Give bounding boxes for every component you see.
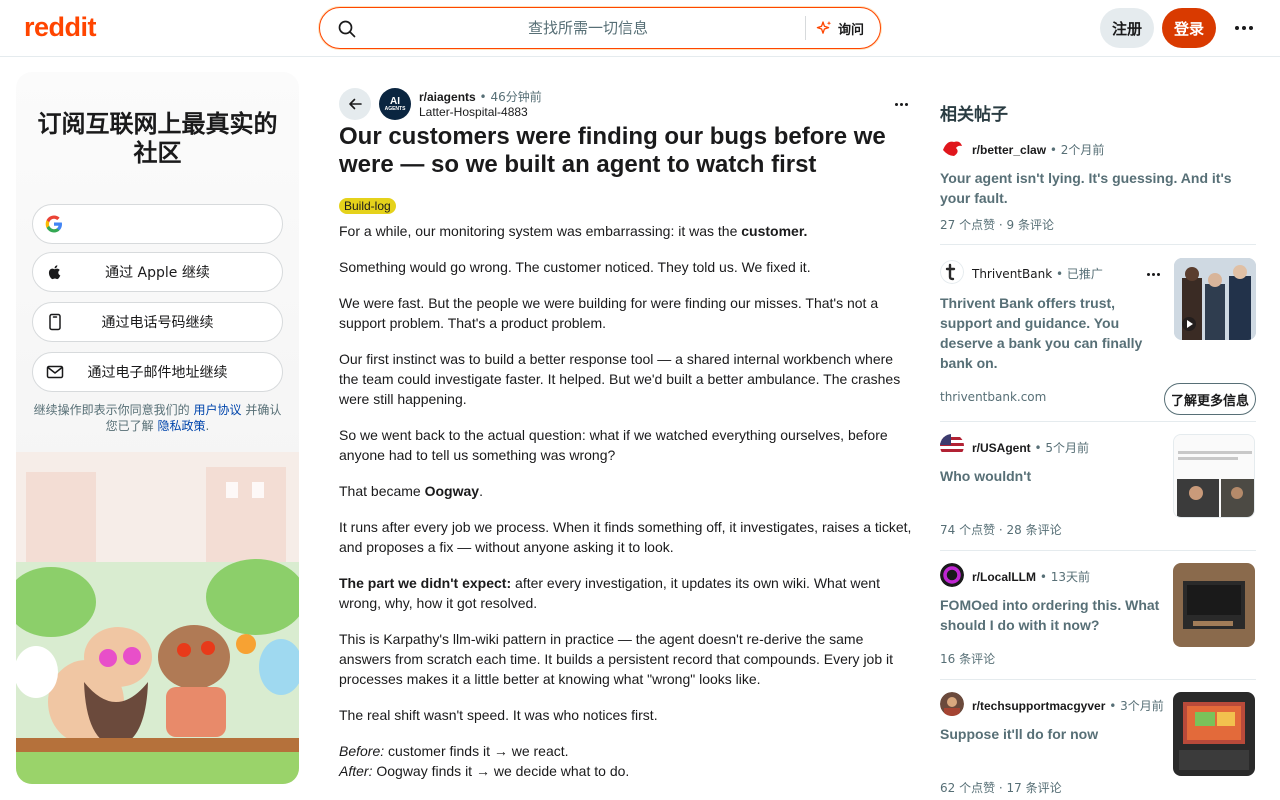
login-button[interactable]: 登录 bbox=[1162, 8, 1216, 48]
paragraph: We were fast. But the people we were bui… bbox=[339, 295, 879, 331]
back-button[interactable] bbox=[339, 88, 371, 120]
post-flair[interactable]: Build-log bbox=[339, 198, 396, 214]
apple-signin-button[interactable]: 通过 Apple 继续 bbox=[32, 252, 283, 292]
ask-sparkle-icon bbox=[816, 21, 832, 34]
phone-icon bbox=[49, 313, 61, 331]
paragraph: So we went back to the actual question: … bbox=[339, 427, 888, 463]
thrivent-logo bbox=[940, 260, 964, 284]
related-post-title: FOMOed into ordering this. What should I… bbox=[940, 597, 1160, 633]
snoo-illustration bbox=[16, 452, 299, 784]
google-icon bbox=[45, 215, 62, 233]
mail-icon bbox=[46, 365, 64, 379]
email-signin-button[interactable]: 通过电子邮件地址继续 bbox=[32, 352, 283, 392]
ask-label: 询问 bbox=[838, 22, 865, 38]
paragraph: For a while, our monitoring system was e… bbox=[339, 223, 808, 239]
paragraph: After: Oogway finds it → we decide what … bbox=[339, 763, 630, 779]
paragraph: That became Oogway. bbox=[339, 483, 483, 499]
paragraph: The real shift wasn't speed. It was who … bbox=[339, 707, 658, 723]
phone-signin-button[interactable]: 通过电话号码继续 bbox=[32, 302, 283, 342]
post-meta: r/aiagents • 46分钟前 bbox=[419, 90, 542, 104]
promoted-thumbnail[interactable] bbox=[1174, 258, 1256, 340]
post-time: 46分钟前 bbox=[490, 90, 542, 104]
email-label: 通过电子邮件地址继续 bbox=[87, 365, 228, 381]
rail-title: 相关帖子 bbox=[940, 105, 1008, 125]
related-posts-rail: 相关帖子 r/better_claw • 2个月前 Your agent isn… bbox=[940, 100, 1256, 795]
subreddit-avatar bbox=[940, 136, 964, 160]
phone-label: 通过电话号码继续 bbox=[101, 315, 214, 331]
paragraph: This is Karpathy's llm-wiki pattern in p… bbox=[339, 631, 894, 687]
paragraph: Something would go wrong. The customer n… bbox=[339, 259, 811, 275]
related-thumbnail[interactable] bbox=[1173, 692, 1255, 776]
privacy-policy-link[interactable]: 隐私政策 bbox=[157, 419, 205, 433]
subreddit-link[interactable]: r/aiagents bbox=[419, 90, 476, 104]
google-signin-button[interactable] bbox=[32, 204, 283, 244]
related-post-title: Your agent isn't lying. It's guessing. A… bbox=[940, 170, 1232, 206]
back-arrow-icon bbox=[349, 98, 362, 110]
subreddit-avatar bbox=[940, 692, 964, 716]
search-icon bbox=[338, 20, 356, 38]
post-more-icon[interactable] bbox=[891, 94, 911, 114]
author-link[interactable]: Latter-Hospital-4883 bbox=[419, 105, 528, 119]
more-icon[interactable] bbox=[1230, 17, 1258, 39]
related-post-title: Who wouldn't bbox=[940, 468, 1032, 484]
subreddit-avatar bbox=[940, 563, 964, 587]
paragraph: It runs after every job we process. When… bbox=[339, 519, 912, 555]
apple-label: 通过 Apple 继续 bbox=[105, 265, 210, 281]
subreddit-avatar[interactable]: AI AGENTS bbox=[379, 88, 411, 120]
related-post-stats: 74 个点赞 · 28 条评论 bbox=[940, 523, 1062, 537]
paragraph: The part we didn't expect: after every i… bbox=[339, 575, 880, 611]
related-thumbnail[interactable] bbox=[1173, 563, 1255, 647]
ask-button[interactable]: 询问 bbox=[816, 16, 864, 40]
promoted-title: Thrivent Bank offers trust, support and … bbox=[940, 295, 1143, 371]
reddit-logo[interactable]: reddit bbox=[24, 12, 97, 43]
signup-promo-panel: 订阅互联网上最真实的社区 通过 Apple 继续 通过电话号码继续 通过电子邮件… bbox=[16, 72, 299, 784]
search-bar[interactable]: 询问 bbox=[319, 7, 881, 49]
legal-notice: 继续操作即表示你同意我们的 用户协议 并确认您已了解 隐私政策. bbox=[33, 403, 282, 433]
learn-more-button[interactable]: 了解更多信息 bbox=[1164, 383, 1256, 415]
apple-icon bbox=[48, 265, 61, 280]
signup-button[interactable]: 注册 bbox=[1100, 8, 1154, 48]
related-post-stats: 27 个点赞 · 9 条评论 bbox=[940, 218, 1054, 232]
related-post-title: Suppose it'll do for now bbox=[940, 726, 1099, 742]
search-divider bbox=[805, 16, 806, 40]
paragraph: Before: customer finds it → we react. bbox=[339, 743, 569, 759]
related-thumbnail[interactable] bbox=[1173, 434, 1255, 518]
paragraph: Our first instinct was to build a better… bbox=[339, 351, 901, 407]
top-header: reddit 询问 注册 登录 bbox=[0, 0, 1280, 57]
related-post-stats: 16 条评论 bbox=[940, 652, 996, 666]
search-input[interactable] bbox=[368, 16, 808, 40]
promoted-domain: thriventbank.com bbox=[940, 390, 1047, 404]
user-agreement-link[interactable]: 用户协议 bbox=[193, 403, 241, 417]
promo-title: 订阅互联网上最真实的社区 bbox=[37, 110, 278, 167]
subreddit-avatar bbox=[940, 434, 964, 458]
related-post-stats: 62 个点赞 · 17 条评论 bbox=[940, 781, 1062, 795]
post-body: For a while, our monitoring system was e… bbox=[339, 221, 914, 781]
post-title: Our customers were finding our bugs befo… bbox=[339, 123, 886, 178]
ad-more-icon[interactable] bbox=[1143, 268, 1163, 280]
